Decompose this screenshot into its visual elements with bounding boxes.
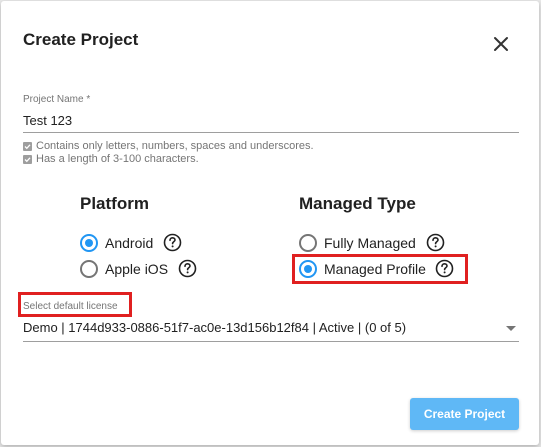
radio-button-unselected[interactable] [299, 233, 317, 252]
create-project-dialog: Create Project Project Name * Contains o… [1, 1, 539, 445]
radio-label: Managed Profile [324, 260, 426, 277]
radio-button-selected[interactable] [80, 233, 98, 252]
project-name-input[interactable] [23, 109, 519, 133]
checkbox-checked-icon [23, 154, 32, 164]
radio-label: Fully Managed [324, 234, 416, 251]
create-project-button[interactable]: Create Project [410, 398, 519, 430]
rule-characters: Contains only letters, numbers, spaces a… [23, 140, 314, 152]
rule-length: Has a length of 3-100 characters. [23, 153, 199, 165]
dialog-title: Create Project [23, 30, 139, 49]
radio-button-unselected[interactable] [80, 259, 98, 278]
radio-label: Apple iOS [105, 260, 169, 277]
license-select[interactable]: Demo | 1744d933-0886-51f7-ac0e-13d156b12… [23, 316, 519, 342]
radio-button-selected[interactable] [299, 259, 317, 278]
close-icon[interactable] [491, 34, 511, 54]
platform-heading: Platform [80, 194, 149, 213]
radio-option-fully-managed[interactable]: Fully Managed [299, 233, 445, 252]
license-select-value: Demo | 1744d933-0886-51f7-ac0e-13d156b12… [23, 320, 407, 335]
radio-option-android[interactable]: Android [80, 233, 182, 252]
rule-text: Has a length of 3-100 characters. [36, 153, 199, 165]
radio-option-apple-ios[interactable]: Apple iOS [80, 259, 197, 278]
radio-option-managed-profile[interactable]: Managed Profile [299, 259, 454, 278]
help-icon[interactable] [435, 259, 454, 278]
radio-label: Android [105, 234, 154, 251]
help-icon[interactable] [426, 233, 445, 252]
help-icon[interactable] [163, 233, 182, 252]
managed-type-heading: Managed Type [299, 194, 416, 213]
project-name-label: Project Name * [23, 94, 91, 105]
help-icon[interactable] [178, 259, 197, 278]
rule-text: Contains only letters, numbers, spaces a… [36, 140, 314, 152]
checkbox-checked-icon [23, 141, 32, 151]
dropdown-arrow-icon [506, 326, 516, 331]
license-label: Select default license [23, 301, 118, 312]
